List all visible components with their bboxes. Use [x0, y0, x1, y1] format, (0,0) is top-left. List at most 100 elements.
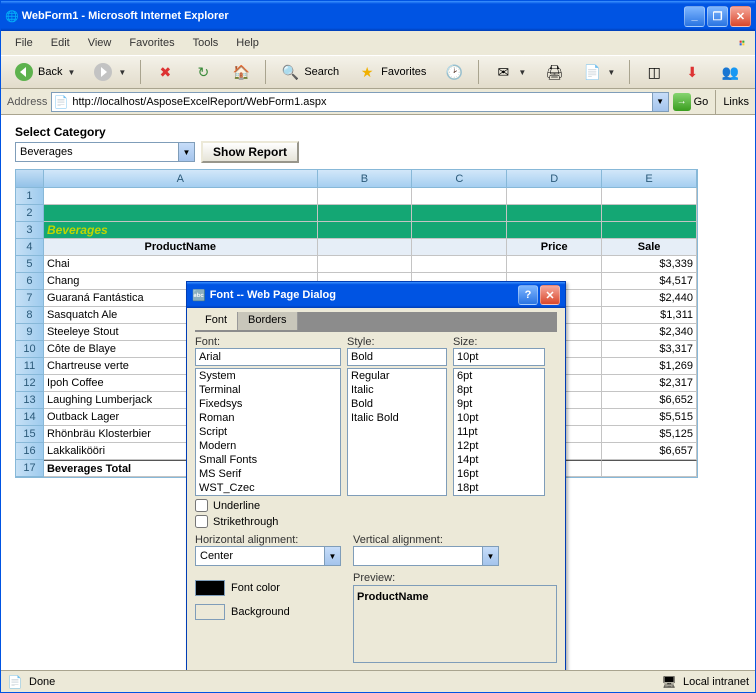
category-select[interactable]: Beverages ▼ [15, 142, 195, 162]
list-item[interactable]: Regular [348, 369, 446, 383]
corner-cell[interactable] [16, 170, 44, 188]
menu-tools[interactable]: Tools [185, 35, 227, 51]
list-item[interactable]: 12pt [454, 439, 544, 453]
cell[interactable] [412, 222, 507, 239]
size-listbox[interactable]: 6pt8pt9pt10pt11pt12pt14pt16pt18pt [453, 368, 545, 496]
cell[interactable] [507, 256, 602, 273]
dialog-titlebar[interactable]: 🔤 Font -- Web Page Dialog ? ✕ [187, 282, 565, 308]
row-header[interactable]: 7 [16, 290, 44, 307]
back-button[interactable]: Back ▼ [7, 58, 82, 86]
cell[interactable] [602, 205, 697, 222]
chevron-down-icon[interactable]: ▼ [324, 547, 340, 565]
style-input[interactable] [347, 348, 447, 366]
row-header[interactable]: 10 [16, 341, 44, 358]
list-item[interactable]: 16pt [454, 467, 544, 481]
cell[interactable] [507, 222, 602, 239]
favorites-button[interactable]: ★Favorites [350, 58, 433, 86]
list-item[interactable]: Modern [196, 439, 340, 453]
forward-button[interactable]: ▼ [86, 58, 133, 86]
row-header[interactable]: 1 [16, 188, 44, 205]
col-header-E[interactable]: E [602, 170, 697, 188]
dialog-close-button[interactable]: ✕ [540, 285, 560, 305]
col-header-D[interactable]: D [507, 170, 602, 188]
edit-button[interactable]: 📄▼ [575, 58, 622, 86]
list-item[interactable]: 11pt [454, 425, 544, 439]
tab-borders[interactable]: Borders [238, 312, 298, 330]
search-button[interactable]: 🔍Search [273, 58, 346, 86]
col-header-C[interactable]: C [412, 170, 507, 188]
list-item[interactable]: WST_Czec [196, 481, 340, 495]
cell[interactable]: $3,317 [602, 341, 697, 358]
cell[interactable]: $1,311 [602, 307, 697, 324]
valign-select[interactable]: ▼ [353, 546, 499, 566]
messenger-button[interactable]: 👥 [713, 58, 747, 86]
help-button[interactable]: ? [518, 285, 538, 305]
cell[interactable]: $4,517 [602, 273, 697, 290]
list-item[interactable]: Roman [196, 411, 340, 425]
list-item[interactable]: Italic Bold [348, 411, 446, 425]
cell[interactable] [412, 188, 507, 205]
menu-view[interactable]: View [80, 35, 120, 51]
row-header[interactable]: 6 [16, 273, 44, 290]
row-header[interactable]: 15 [16, 426, 44, 443]
cell[interactable]: $5,515 [602, 409, 697, 426]
show-report-button[interactable]: Show Report [201, 141, 299, 163]
col-header-B[interactable]: B [318, 170, 413, 188]
list-item[interactable]: Italic [348, 383, 446, 397]
cell[interactable]: $2,317 [602, 375, 697, 392]
list-item[interactable]: Fixedsys [196, 397, 340, 411]
cell[interactable]: $6,657 [602, 443, 697, 460]
cell[interactable] [602, 222, 697, 239]
list-item[interactable]: 14pt [454, 453, 544, 467]
cell[interactable]: $6,652 [602, 392, 697, 409]
address-combo[interactable]: 📄 ▼ [51, 92, 668, 112]
cell[interactable] [44, 205, 318, 222]
cell[interactable] [602, 460, 697, 477]
list-item[interactable]: Script [196, 425, 340, 439]
row-header[interactable]: 4 [16, 239, 44, 256]
row-header[interactable]: 2 [16, 205, 44, 222]
row-header[interactable]: 5 [16, 256, 44, 273]
chevron-down-icon[interactable]: ▼ [652, 93, 668, 111]
cell[interactable] [318, 205, 413, 222]
print-button[interactable]: 🖨 [537, 58, 571, 86]
row-header[interactable]: 17 [16, 460, 44, 477]
row-header[interactable]: 11 [16, 358, 44, 375]
extra1-button[interactable]: ◫ [637, 58, 671, 86]
row-header[interactable]: 14 [16, 409, 44, 426]
history-button[interactable]: 🕑 [437, 58, 471, 86]
minimize-button[interactable]: _ [684, 6, 705, 27]
cell[interactable] [412, 256, 507, 273]
menu-edit[interactable]: Edit [43, 35, 78, 51]
mail-button[interactable]: ✉▼ [486, 58, 533, 86]
cell[interactable]: $1,269 [602, 358, 697, 375]
cell[interactable] [412, 239, 507, 256]
go-button[interactable]: → Go [673, 93, 709, 111]
list-item[interactable]: 10pt [454, 411, 544, 425]
cell[interactable]: Beverages [44, 222, 318, 239]
address-input[interactable] [70, 96, 651, 108]
cell[interactable] [318, 239, 413, 256]
fontcolor-swatch[interactable] [195, 580, 225, 596]
cell[interactable]: ProductName [44, 239, 318, 256]
cell[interactable]: Price [507, 239, 602, 256]
font-listbox[interactable]: SystemTerminalFixedsysRomanScriptModernS… [195, 368, 341, 496]
tab-font[interactable]: Font [195, 312, 238, 330]
cell[interactable] [318, 256, 413, 273]
cell[interactable]: $3,339 [602, 256, 697, 273]
cell[interactable] [44, 188, 318, 205]
font-input[interactable] [195, 348, 341, 366]
bgcolor-swatch[interactable] [195, 604, 225, 620]
list-item[interactable]: 9pt [454, 397, 544, 411]
list-item[interactable]: 8pt [454, 383, 544, 397]
home-button[interactable]: 🏠 [224, 58, 258, 86]
cell[interactable] [507, 188, 602, 205]
menu-help[interactable]: Help [228, 35, 267, 51]
list-item[interactable]: Bold [348, 397, 446, 411]
row-header[interactable]: 12 [16, 375, 44, 392]
halign-select[interactable]: Center ▼ [195, 546, 341, 566]
row-header[interactable]: 13 [16, 392, 44, 409]
close-button[interactable]: ✕ [730, 6, 751, 27]
menu-favorites[interactable]: Favorites [121, 35, 182, 51]
extra2-button[interactable]: ⬇ [675, 58, 709, 86]
